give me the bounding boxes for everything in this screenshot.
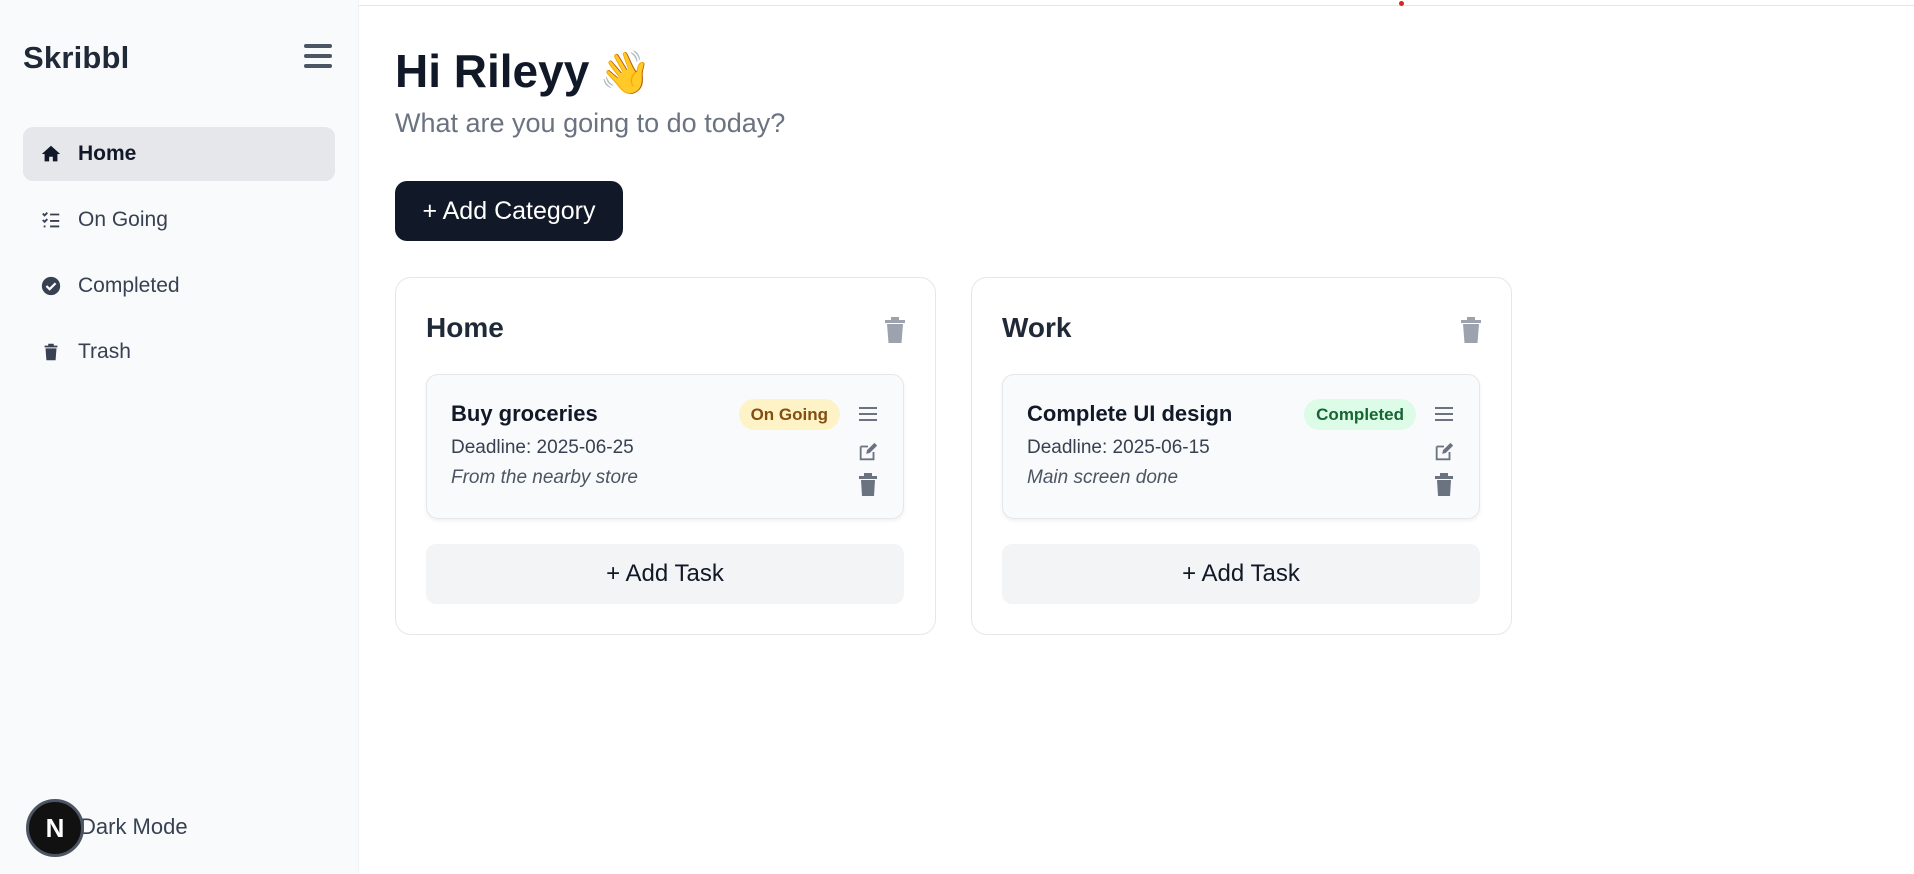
task-description: From the nearby store — [451, 467, 638, 488]
home-icon — [40, 143, 62, 165]
delete-task-icon[interactable] — [1434, 473, 1454, 497]
list-check-icon — [40, 209, 62, 231]
sidebar-item-label: Trash — [78, 340, 131, 363]
task-description: Main screen done — [1027, 467, 1179, 488]
drag-handle-icon[interactable] — [1435, 407, 1453, 421]
category-card: Home Buy groceries On Going Deadline: 20… — [395, 277, 936, 635]
check-circle-icon — [40, 275, 62, 297]
delete-category-icon[interactable] — [1459, 316, 1483, 344]
sidebar-item-label: On Going — [78, 208, 168, 231]
delete-task-icon[interactable] — [858, 473, 878, 497]
sidebar-item-home[interactable]: Home — [23, 127, 335, 181]
category-card: Work Complete UI design Completed Deadli… — [971, 277, 1512, 635]
sidebar-item-ongoing[interactable]: On Going — [23, 193, 335, 247]
wave-emoji-icon: 👋 — [599, 49, 652, 96]
sidebar-nav: Home On Going Completed Trash — [23, 127, 335, 391]
greeting-text: Hi Rileyy — [395, 45, 590, 97]
add-category-button[interactable]: + Add Category — [395, 181, 623, 241]
delete-category-icon[interactable] — [883, 316, 907, 344]
next-badge-icon[interactable]: N — [26, 799, 84, 857]
drag-handle-icon[interactable] — [859, 407, 877, 421]
category-title: Home — [426, 312, 504, 343]
status-badge: On Going — [738, 399, 840, 430]
sidebar-item-label: Completed — [78, 274, 180, 297]
sidebar-item-label: Home — [78, 142, 137, 165]
menu-icon[interactable] — [304, 44, 334, 72]
page-subtitle: What are you going to do today? — [395, 108, 786, 138]
dark-mode-toggle[interactable]: Dark Mode — [80, 814, 188, 840]
sidebar-item-completed[interactable]: Completed — [23, 259, 335, 313]
app-logo: Skribbl — [23, 40, 130, 75]
edit-icon[interactable] — [1433, 441, 1455, 463]
task-card[interactable]: Complete UI design Completed Deadline: 2… — [1002, 374, 1480, 519]
page-title: Hi Rileyy 👋 — [395, 44, 652, 98]
add-task-button[interactable]: + Add Task — [1002, 544, 1480, 604]
task-deadline: Deadline: 2025-06-25 — [451, 437, 634, 458]
task-card[interactable]: Buy groceries On Going Deadline: 2025-06… — [426, 374, 904, 519]
category-title: Work — [1002, 312, 1072, 343]
edit-icon[interactable] — [857, 441, 879, 463]
indicator-dot — [1399, 1, 1404, 6]
trash-icon — [40, 341, 62, 363]
status-badge: Completed — [1304, 399, 1416, 430]
sidebar: Skribbl Home On Going Completed Trash Da… — [0, 0, 359, 874]
task-deadline: Deadline: 2025-06-15 — [1027, 437, 1210, 458]
task-title: Buy groceries — [451, 401, 598, 426]
task-title: Complete UI design — [1027, 401, 1233, 426]
add-task-button[interactable]: + Add Task — [426, 544, 904, 604]
sidebar-item-trash[interactable]: Trash — [23, 325, 335, 379]
